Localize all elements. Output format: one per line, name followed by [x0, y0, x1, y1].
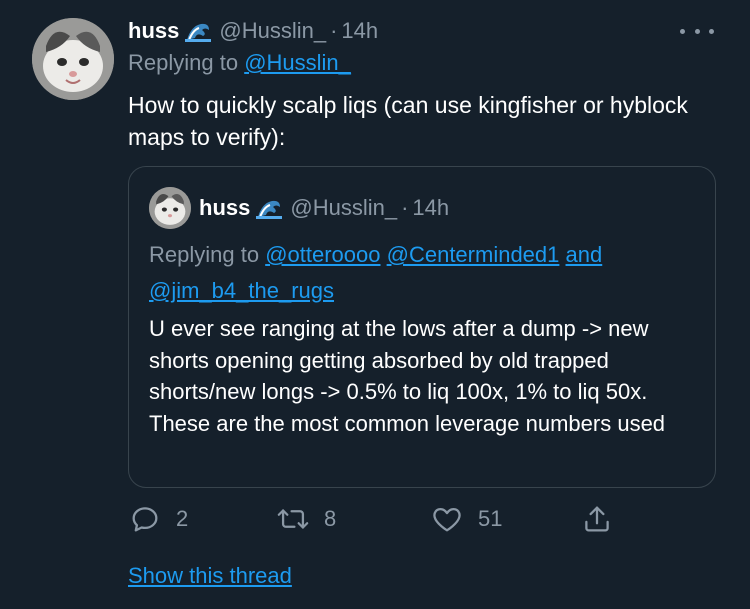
more-options-icon[interactable]: [680, 22, 714, 40]
retweet-icon: [277, 509, 309, 529]
reply-button[interactable]: 2: [128, 498, 188, 540]
share-button[interactable]: [580, 498, 614, 540]
replying-to: Replying to @Husslin_: [128, 50, 351, 76]
wave-emoji-icon: [185, 20, 212, 42]
quoted-timestamp[interactable]: 14h: [412, 195, 449, 221]
quoted-text: U ever see ranging at the lows after a d…: [149, 316, 666, 436]
tweet-header: huss @Husslin_ · 14h: [128, 14, 378, 48]
quoted-avatar[interactable]: [149, 187, 191, 229]
show-thread-link[interactable]: Show this thread: [128, 563, 292, 589]
mention-link[interactable]: @Centerminded1: [387, 242, 560, 267]
quoted-replying-to: Replying to @otteroooo @Centerminded1 an…: [149, 237, 689, 309]
separator: ·: [330, 18, 338, 43]
action-bar: 2 8 51: [128, 498, 628, 540]
replying-prefix: Replying to: [128, 50, 239, 75]
replying-to-link[interactable]: @Husslin_: [244, 50, 351, 75]
separator: ·: [401, 195, 409, 220]
quoted-tweet[interactable]: huss @Husslin_ · 14h Replying to @ottero…: [128, 166, 716, 488]
retweet-button[interactable]: 8: [276, 498, 336, 540]
quoted-header: huss @Husslin_ · 14h: [199, 191, 449, 225]
author-handle[interactable]: @Husslin_: [219, 18, 326, 44]
reply-icon: [132, 507, 158, 532]
like-button[interactable]: 51: [430, 498, 502, 540]
quoted-author-handle[interactable]: @Husslin_: [290, 195, 397, 221]
retweet-count: 8: [324, 506, 337, 531]
tweet-text: How to quickly scalp liqs (can use kingf…: [128, 92, 688, 150]
mention-link[interactable]: @otteroooo: [265, 242, 380, 267]
mention-link[interactable]: @jim_b4_the_rugs: [149, 278, 334, 303]
avatar[interactable]: [32, 18, 114, 100]
like-count: 51: [478, 506, 503, 531]
quoted-replying-prefix: Replying to: [149, 242, 260, 267]
author-name[interactable]: huss: [128, 18, 179, 44]
heart-icon: [433, 507, 461, 532]
mention-and-link[interactable]: and: [566, 242, 603, 267]
timestamp[interactable]: 14h: [341, 18, 378, 44]
reply-count: 2: [176, 506, 189, 531]
tweet: huss @Husslin_ · 14h Replying to @Hussli…: [0, 0, 750, 609]
wave-emoji-icon: [256, 197, 283, 219]
quoted-author-name[interactable]: huss: [199, 195, 250, 221]
share-icon: [585, 506, 609, 532]
